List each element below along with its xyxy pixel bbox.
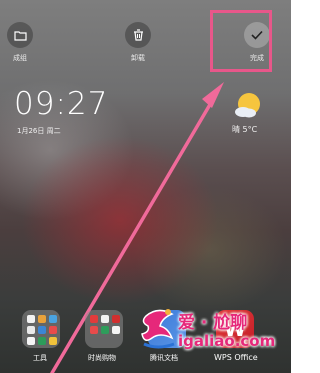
folder-shopping[interactable] [85,310,123,348]
folder-tools-label: 工具 [33,354,47,362]
home-screen-edit-mode: 成组 卸载 完成 09:27 1月26日 周二 晴 5°C 工具 时尚购物 腾讯… [0,0,291,373]
app-mini-icon [38,337,46,345]
app-mini-icon [27,315,35,323]
app-mini-icon [49,315,57,323]
watermark-domain: igaliao.com [178,332,276,350]
folder-tools[interactable] [22,310,60,348]
app-mini-icon [90,326,98,334]
watermark-brand: 爱 · 尬聊 [178,313,248,333]
app-mini-icon [49,337,57,345]
app-mini-icon [90,315,98,323]
app-mini-icon [112,315,120,323]
watermark-logo-icon [141,309,175,349]
app-mini-icon [27,337,35,345]
folder-shopping-label: 时尚购物 [88,354,116,362]
app-mini-icon [101,326,109,334]
app-mini-icon [112,326,120,334]
watermark: 爱 · 尬聊 igaliao.com [132,302,291,362]
app-mini-icon [101,315,109,323]
app-mini-icon [38,326,46,334]
app-mini-icon [27,326,35,334]
app-mini-icon [38,315,46,323]
app-mini-icon [49,326,57,334]
